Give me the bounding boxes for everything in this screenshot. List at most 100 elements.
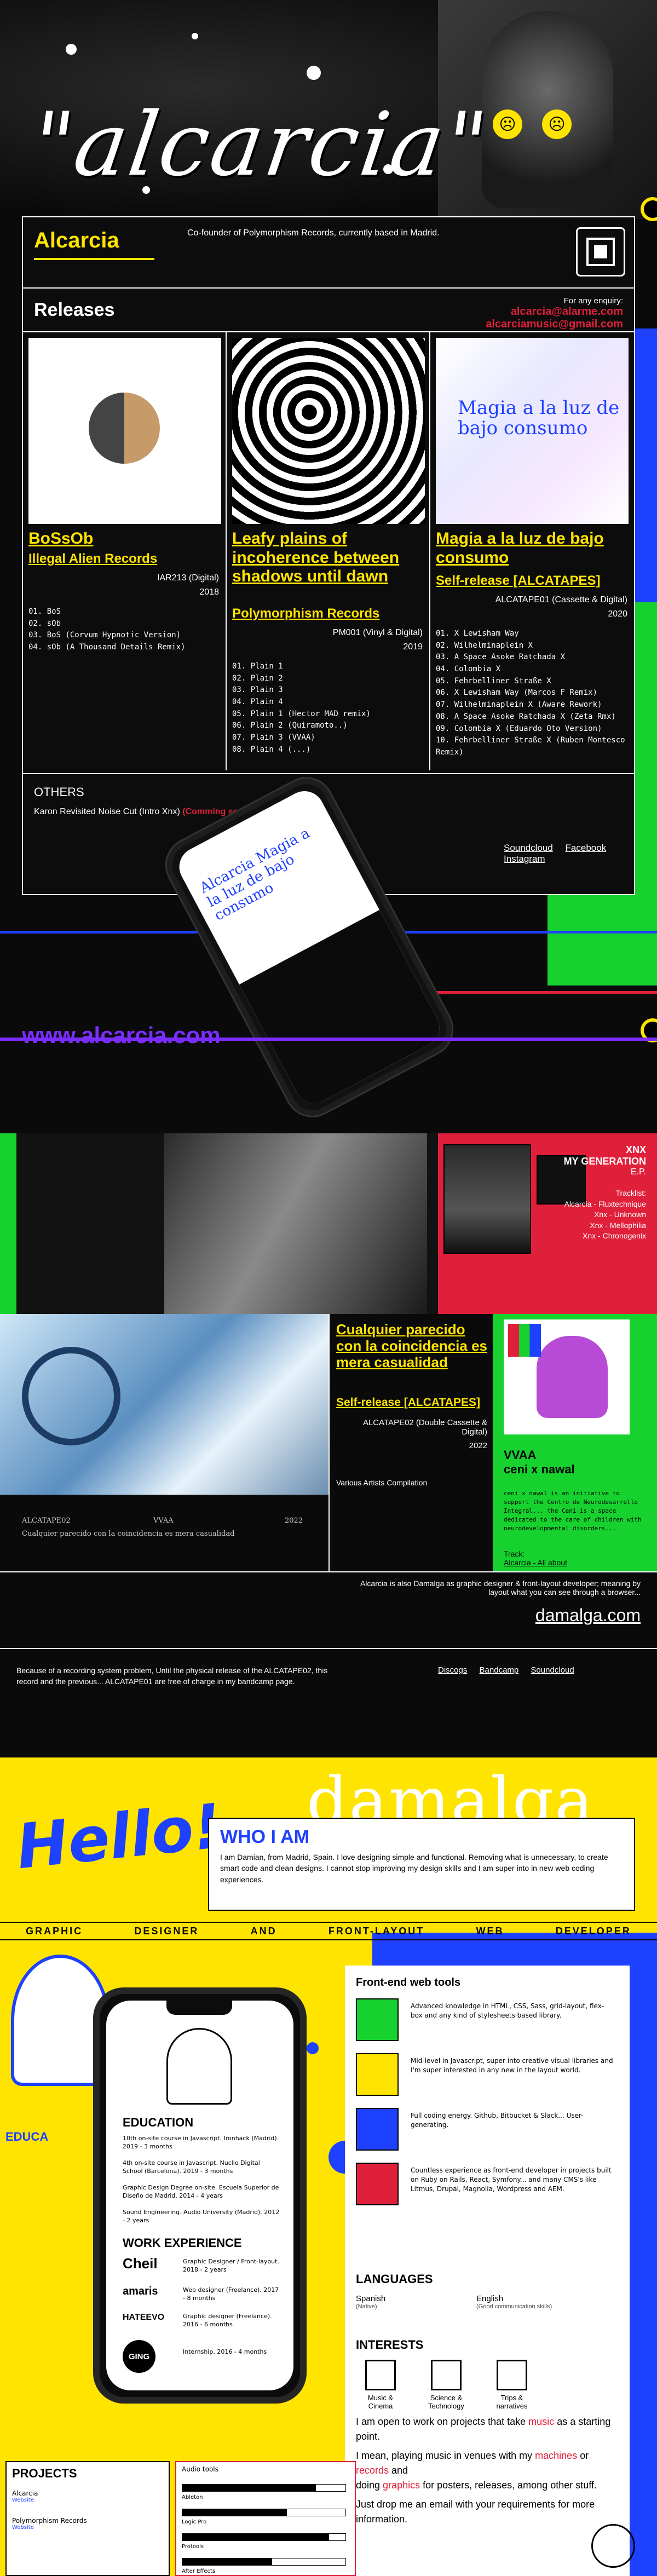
hello-heading: Hello! [13,1790,225,1883]
site-url-link[interactable]: www.alcarcia.com [22,1022,221,1048]
alcarcia-logo[interactable]: "alcarcia" [26,93,495,195]
enquiry-email[interactable]: alcarcia@alarme.com [486,306,623,318]
track-item: 02. Plain 2 [232,673,283,683]
track-item: 04. Colombia X [436,665,501,674]
role-bar: GRAPHIC DESIGNER AND FRONT-LAYOUT WEB DE… [0,1922,657,1940]
skill-row: Countless experience as front-end develo… [356,2163,619,2228]
project-link[interactable]: Website [12,2497,38,2503]
track-item: 09. Colombia X (Eduardo Oto Version) [436,724,602,733]
my-generation-title[interactable]: MY GENERATION [564,1156,646,1167]
url-bar: www.alcarcia.com [0,1016,657,1054]
music-collab-text: I am open to work on projects that take … [356,2416,611,2525]
interests-title: INTERESTS [356,2338,424,2352]
damalga-link[interactable]: damalga.com [535,1605,641,1626]
release-type: Various Artists Compilation [336,1478,428,1487]
role-word: AND [250,1925,277,1937]
trips-icon [497,2360,527,2390]
cover-caption: Cualquier parecido con la coincidencia e… [22,1530,235,1538]
interest-item: Science & Technology [422,2360,471,2410]
enquiry-email-secondary[interactable]: alcarciamusic@gmail.com [486,318,623,331]
release-label[interactable]: Polymorphism Records [232,606,379,621]
work-item: Graphic designer (Freelance). 2016 - 6 m… [183,2313,272,2328]
release-label[interactable]: Self-release [ALCATAPES] [336,1396,480,1409]
html-css-icon [356,1998,399,2041]
release-title[interactable]: Magia a la luz de bajo consumo [436,529,629,567]
soundcloud-link[interactable]: Soundcloud [531,1666,574,1675]
phone-screen: EDUCATION 10th on-site course in Javascr… [106,2001,293,2390]
track-item: 02. sOb [28,619,61,628]
skill-meter [182,2558,346,2566]
project-item[interactable]: Alcarcia Website [12,2489,38,2503]
brand-name[interactable]: Alcarcia [34,228,119,253]
release-cover[interactable] [232,338,425,524]
soundcloud-link[interactable]: Soundcloud [504,843,553,853]
education-item: Sound Engineering. Audio University (Mad… [123,2209,280,2224]
interest-item: Music & Cinema [356,2360,405,2410]
release-title[interactable]: Leafy plains of incoherence between shad… [232,529,425,586]
track-item: Xnx - Chronogenix [583,1231,646,1241]
role-word: WEB [476,1925,504,1937]
signature-seal-icon [591,2524,635,2568]
project-item[interactable]: Polymorphism Records Website [12,2517,87,2531]
release-cover[interactable] [28,338,221,524]
meter-label: After Effects [182,2568,216,2574]
enquiry-block: For any enquiry: alcarcia@alarme.com alc… [486,296,623,331]
my-generation-artist: XNX [625,1144,646,1155]
damalga-teaser: Alcarcia is also Damalga as graphic desi… [0,1571,657,1648]
instagram-link[interactable]: Instagram [504,854,545,864]
tracklist: 01. X Lewisham Way 02. Wilhelminaplein X… [436,628,634,759]
track-item: 02. Wilhelminaplein X [436,641,533,650]
language-item: English (Good communication skills) [476,2294,552,2310]
music-icon [365,2360,396,2390]
track-item: 07. Wilhelminaplein X (Aware Rework) [436,700,602,710]
facebook-link[interactable]: Facebook [566,843,607,853]
skill-meter [182,2533,346,2541]
ceni-cover[interactable] [504,1319,630,1434]
brand-underline [34,258,154,260]
skill-text: Countless experience as front-end develo… [411,2166,612,2193]
release-year: 2019 [403,642,423,652]
release-label[interactable]: Self-release [ALCATAPES] [436,573,601,589]
resume-phone-mockup: EDUCATION 10th on-site course in Javascr… [93,1987,307,2404]
ceni-track-link[interactable]: Alcarcia - All about [504,1558,567,1567]
alcarcia-section: ☹ ☹ "alcarcia" Alcarcia Co-founder of Po… [0,0,657,1133]
skill-text: Advanced knowledge in HTML, CSS, Sass, g… [411,2002,604,2019]
audio-tools-title: Audio tools [182,2465,218,2473]
release-title[interactable]: BoSsOb [28,529,221,549]
discogs-link[interactable]: Discogs [438,1666,467,1675]
track-item: Xnx - Unknown [594,1210,646,1219]
release-cover[interactable]: Magia a la luz de bajo consumo [436,338,629,524]
work-item: Web designer (Freelance). 2017 - 8 month… [183,2286,279,2302]
track-item: 03. BoS (Corvum Hypnotic Version) [28,631,181,640]
interest-item: Trips & narratives [487,2360,537,2410]
track-item: 04. Plain 4 [232,698,283,707]
company-logo: HATEEVO [123,2313,165,2322]
track-item: 01. BoS [28,607,61,616]
company-logo: Cheil [123,2255,158,2272]
damalga-section: damalga Hello! WHO I AM I am Damian, fro… [0,1757,657,2576]
project-link[interactable]: Website [12,2525,87,2531]
cover-art-text: Magia a la luz de bajo consumo [458,397,620,440]
my-generation-cover[interactable] [443,1144,531,1254]
languages-title: LANGUAGES [356,2272,433,2286]
track-item: 08. Plain 4 (...) [232,745,311,754]
meter-fill [182,2534,330,2540]
tracklist: 01. BoS 02. sOb 03. BoS (Corvum Hypnotic… [28,606,186,654]
release-catalog: ALCATAPE02 (Double Cassette & Digital) [362,1418,487,1437]
cual-cover-caption-bar: ALCATAPE02 VVAA 2022 Cualquier parecido … [0,1495,328,1571]
track-item: 04. sOb (A Thousand Details Remix) [28,643,186,652]
track-item: 01. X Lewisham Way [436,629,519,638]
bandcamp-link[interactable]: Bandcamp [480,1666,519,1675]
release-label[interactable]: Illegal Alien Records [28,551,157,567]
release-title[interactable]: Cualquier parecido con la coincidencia e… [336,1321,489,1371]
skill-row: Advanced knowledge in HTML, CSS, Sass, g… [356,1998,619,2048]
bw-photo [164,1133,427,1314]
skill-row: Mid-level in Javascript, super into crea… [356,2053,619,2102]
intro-text: Co-founder of Polymorphism Records, curr… [187,228,440,238]
git-icon [356,2108,399,2151]
releases-title: Releases [34,299,115,320]
language-item: Spanish (Native) [356,2294,386,2310]
work-title: WORK EXPERIENCE [123,2236,242,2250]
ceni-release-card: VVAA ceni x nawal ceni x nawal is an ini… [493,1314,657,1571]
javascript-icon [356,2053,399,2096]
